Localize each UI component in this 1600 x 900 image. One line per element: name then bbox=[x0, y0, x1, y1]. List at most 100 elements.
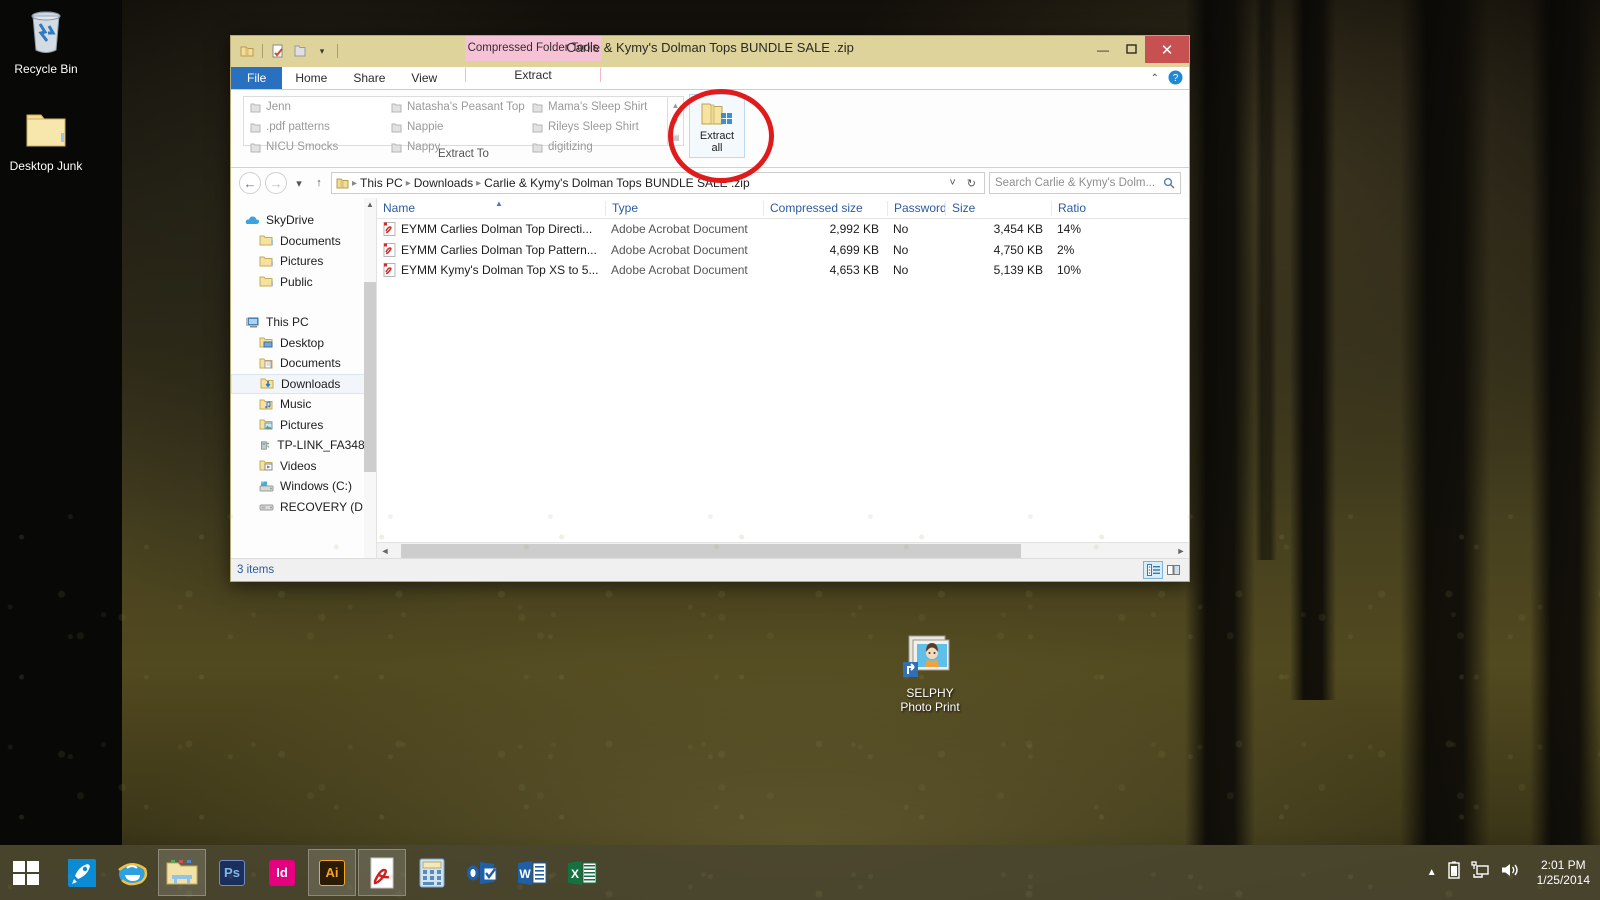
taskbar-internet-explorer[interactable] bbox=[108, 849, 156, 896]
gallery-item[interactable]: Jenn bbox=[244, 97, 385, 117]
column-headers[interactable]: Name Type Compressed size Password ... S… bbox=[377, 198, 1189, 219]
taskbar-photoshop[interactable]: Ps bbox=[208, 849, 256, 896]
window-title-bar[interactable]: ▾ Compressed Folder Tools Carlie & Kymy'… bbox=[231, 36, 1189, 67]
properties-icon[interactable] bbox=[269, 42, 287, 60]
up-button[interactable]: ↑ bbox=[311, 177, 327, 189]
table-row[interactable]: EYMM Carlies Dolman Top Directi... Adobe… bbox=[377, 219, 1189, 240]
breadcrumb[interactable]: ▸ This PC ▸ Downloads ▸ Carlie & Kymy's … bbox=[331, 172, 985, 194]
scrollbar-thumb[interactable] bbox=[401, 544, 1021, 558]
nav-item-skydrive-documents[interactable]: Documents bbox=[231, 231, 376, 252]
extract-to-gallery[interactable]: Jenn Natasha's Peasant Top Mama's Sleep … bbox=[243, 96, 668, 146]
tab-home[interactable]: Home bbox=[282, 67, 340, 89]
refresh-button[interactable]: ↻ bbox=[963, 177, 980, 190]
help-icon[interactable]: ? bbox=[1168, 70, 1183, 88]
taskbar-excel[interactable]: X bbox=[558, 849, 606, 896]
tab-extract[interactable]: Extract bbox=[465, 67, 601, 82]
desktop-icon-recycle-bin[interactable]: Recycle Bin bbox=[0, 8, 92, 76]
nav-item-skydrive-public[interactable]: Public bbox=[231, 272, 376, 293]
search-input[interactable]: Search Carlie & Kymy's Dolm... bbox=[995, 177, 1155, 189]
column-header-password[interactable]: Password ... bbox=[887, 201, 945, 216]
column-header-type[interactable]: Type bbox=[605, 201, 763, 216]
navigation-pane[interactable]: SkyDrive Documents Pictures Public bbox=[231, 198, 376, 558]
tab-file[interactable]: File bbox=[231, 67, 282, 89]
file-list-pane[interactable]: Name Type Compressed size Password ... S… bbox=[376, 198, 1189, 558]
desktop-background[interactable]: Recycle Bin Desktop Junk bbox=[0, 0, 1600, 900]
breadcrumb-item-downloads[interactable]: Downloads bbox=[414, 176, 473, 190]
table-row[interactable]: EYMM Carlies Dolman Top Pattern... Adobe… bbox=[377, 240, 1189, 261]
nav-item-this-pc[interactable]: This PC bbox=[231, 312, 376, 333]
new-folder-icon[interactable] bbox=[291, 42, 309, 60]
start-button[interactable] bbox=[0, 845, 52, 900]
nav-item-skydrive-pictures[interactable]: Pictures bbox=[231, 251, 376, 272]
scroll-right-icon[interactable]: ► bbox=[1173, 546, 1189, 556]
address-bar[interactable]: ← → ▾ ↑ ▸ This PC ▸ Downloads ▸ Carlie &… bbox=[231, 168, 1189, 198]
gallery-item[interactable]: Rileys Sleep Shirt bbox=[526, 117, 667, 137]
customize-qat-dropdown[interactable]: ▾ bbox=[313, 42, 331, 60]
tab-share[interactable]: Share bbox=[340, 67, 398, 89]
quick-access-toolbar[interactable]: ▾ bbox=[231, 36, 340, 62]
table-row[interactable]: EYMM Kymy's Dolman Top XS to 5... Adobe … bbox=[377, 260, 1189, 281]
taskbar-illustrator[interactable]: Ai bbox=[308, 849, 356, 896]
taskbar-rocket-launcher[interactable] bbox=[58, 849, 106, 896]
gallery-more-icon[interactable]: ▤ bbox=[672, 133, 680, 142]
chevron-up-icon[interactable]: ⌃ bbox=[1151, 73, 1159, 84]
breadcrumb-dropdown-icon[interactable]: ˅ bbox=[945, 177, 959, 189]
ribbon-tab-strip[interactable]: File Home Share View Extract ⌃ ? bbox=[231, 67, 1189, 90]
volume-icon[interactable] bbox=[1500, 861, 1520, 884]
nav-item-recovery-d[interactable]: RECOVERY (D:) bbox=[231, 497, 376, 518]
window-controls[interactable]: — ✕ bbox=[1089, 36, 1189, 63]
scroll-down-icon[interactable]: ▼ bbox=[672, 117, 680, 126]
extract-all-button[interactable]: Extract all bbox=[689, 94, 745, 158]
column-header-compressed-size[interactable]: Compressed size bbox=[763, 201, 887, 216]
maximize-button[interactable] bbox=[1117, 36, 1145, 63]
navigation-pane-scrollbar[interactable]: ▲ bbox=[364, 198, 376, 558]
taskbar-file-explorer[interactable] bbox=[158, 849, 206, 896]
file-rows[interactable]: EYMM Carlies Dolman Top Directi... Adobe… bbox=[377, 219, 1189, 542]
file-explorer-window[interactable]: ▾ Compressed Folder Tools Carlie & Kymy'… bbox=[230, 35, 1190, 582]
ribbon-extract[interactable]: Jenn Natasha's Peasant Top Mama's Sleep … bbox=[231, 90, 1189, 168]
desktop-icon-desktop-junk[interactable]: Desktop Junk bbox=[0, 105, 92, 173]
nav-item-desktop[interactable]: Desktop bbox=[231, 333, 376, 354]
close-button[interactable]: ✕ bbox=[1145, 36, 1189, 63]
clock[interactable]: 2:01 PM 1/25/2014 bbox=[1531, 858, 1590, 888]
back-button[interactable]: ← bbox=[239, 172, 261, 194]
gallery-scroll-buttons[interactable]: ▲ ▼ ▤ bbox=[668, 96, 684, 146]
tab-view[interactable]: View bbox=[398, 67, 450, 89]
system-tray[interactable]: ▲ 2:01 PM 1/25/2014 bbox=[1427, 858, 1600, 888]
scrollbar-track[interactable] bbox=[393, 544, 1173, 558]
gallery-item[interactable]: Nappie bbox=[385, 117, 526, 137]
battery-icon[interactable] bbox=[1448, 861, 1460, 884]
nav-item-music[interactable]: Music bbox=[231, 394, 376, 415]
scroll-up-icon[interactable]: ▲ bbox=[672, 101, 680, 110]
forward-button[interactable]: → bbox=[265, 172, 287, 194]
column-header-size[interactable]: Size bbox=[945, 201, 1051, 216]
breadcrumb-item-this-pc[interactable]: This PC bbox=[360, 176, 403, 190]
nav-item-skydrive[interactable]: SkyDrive bbox=[231, 210, 376, 231]
scroll-up-icon[interactable]: ▲ bbox=[366, 198, 374, 212]
column-header-ratio[interactable]: Ratio bbox=[1051, 201, 1103, 216]
desktop-icon-selphy-photo-print[interactable]: SELPHY Photo Print bbox=[884, 632, 976, 714]
details-view-icon[interactable] bbox=[1143, 561, 1163, 579]
column-header-name[interactable]: Name bbox=[377, 201, 605, 216]
search-box[interactable]: Search Carlie & Kymy's Dolm... bbox=[989, 172, 1181, 194]
gallery-item[interactable]: Natasha's Peasant Top bbox=[385, 97, 526, 117]
taskbar-word[interactable]: W bbox=[508, 849, 556, 896]
minimize-button[interactable]: — bbox=[1089, 36, 1117, 63]
nav-item-downloads[interactable]: Downloads bbox=[231, 374, 372, 395]
zip-folder-icon[interactable] bbox=[238, 42, 256, 60]
gallery-item[interactable]: .pdf patterns bbox=[244, 117, 385, 137]
taskbar-indesign[interactable]: Id bbox=[258, 849, 306, 896]
gallery-item[interactable]: Mama's Sleep Shirt bbox=[526, 97, 667, 117]
nav-item-windows-c[interactable]: Windows (C:) bbox=[231, 476, 376, 497]
network-icon[interactable] bbox=[1471, 861, 1489, 884]
recent-locations-dropdown[interactable]: ▾ bbox=[291, 177, 307, 190]
horizontal-scrollbar[interactable]: ◄ ► bbox=[377, 542, 1189, 558]
large-icons-view-icon[interactable] bbox=[1163, 561, 1183, 579]
taskbar-outlook[interactable] bbox=[458, 849, 506, 896]
breadcrumb-item-current-zip[interactable]: Carlie & Kymy's Dolman Tops BUNDLE SALE … bbox=[484, 176, 750, 190]
taskbar[interactable]: Ps Id Ai bbox=[0, 845, 1600, 900]
chevron-up-icon[interactable]: ▲ bbox=[1427, 867, 1437, 878]
taskbar-acrobat-reader[interactable] bbox=[358, 849, 406, 896]
nav-item-videos[interactable]: Videos bbox=[231, 456, 376, 477]
nav-item-pictures[interactable]: Pictures bbox=[231, 415, 376, 436]
